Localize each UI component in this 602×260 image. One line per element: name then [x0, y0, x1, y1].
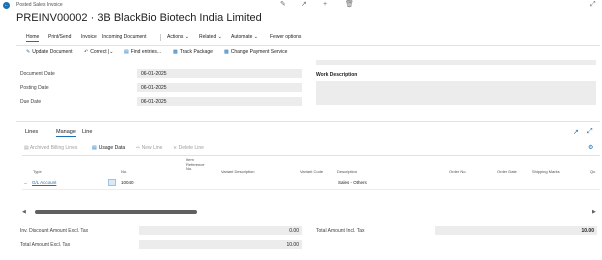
truck-icon: ▩: [173, 49, 178, 55]
archived-billing-lines-button[interactable]: ▤ Archived Billing Lines: [24, 145, 77, 151]
page-kind: Posted Sales Invoice: [16, 2, 63, 8]
document-date-field[interactable]: 06-01-2025: [137, 69, 302, 78]
menu-fewer-options[interactable]: Fewer options: [270, 34, 301, 40]
col-variant-code[interactable]: Variant Code: [300, 169, 323, 175]
posting-date-label: Posting Date: [20, 85, 49, 91]
col-description[interactable]: Description: [337, 169, 357, 175]
row-no[interactable]: 10040: [121, 180, 134, 185]
scroll-right-icon[interactable]: ▶: [592, 209, 596, 215]
menu-print-send[interactable]: Print/Send: [48, 34, 71, 40]
col-order-no[interactable]: Order No.: [449, 169, 467, 175]
col-qu[interactable]: Qu: [590, 169, 595, 175]
work-description-field[interactable]: [316, 81, 596, 105]
menu-invoice[interactable]: Invoice: [81, 34, 97, 40]
page-title: PREINV00002 · 3B BlackBio Biotech India …: [16, 12, 262, 24]
share-lines-icon[interactable]: ↗: [573, 128, 579, 136]
menu-automate[interactable]: Automate ⌄: [231, 34, 258, 40]
row-arrow-icon: →: [23, 180, 28, 185]
grid-top-border: [22, 155, 600, 156]
new-line-button[interactable]: ⇨ New Line: [136, 145, 162, 151]
change-payment-service-button[interactable]: ▩ Change Payment Service: [224, 49, 287, 55]
due-date-label: Due Date: [20, 99, 42, 105]
row-divider: [22, 189, 600, 190]
inv-discount-value: 0.00: [139, 226, 302, 235]
edit-icon[interactable]: ✎: [280, 1, 286, 9]
back-arrow-icon[interactable]: ←: [3, 2, 10, 9]
scroll-thumb[interactable]: [35, 210, 197, 214]
top-bar: ← Posted Sales Invoice ✎ ↗ + 🗑 ⤢: [0, 0, 602, 12]
row-description[interactable]: Sales - Others: [338, 180, 367, 185]
undo-icon: ↶: [84, 49, 89, 55]
document-date-label: Document Date: [20, 71, 55, 77]
col-order-date[interactable]: Order Date: [497, 169, 517, 175]
add-icon[interactable]: +: [323, 1, 327, 9]
payment-icon: ▩: [224, 49, 229, 55]
scroll-left-icon[interactable]: ◀: [22, 209, 26, 215]
usage-data-button[interactable]: ▤ Usage Data: [92, 145, 125, 151]
divider: [16, 45, 600, 46]
horizontal-scrollbar[interactable]: ◀ ▶: [22, 209, 596, 215]
tab-line[interactable]: Line: [82, 129, 92, 135]
delete-icon[interactable]: 🗑: [345, 1, 354, 9]
track-package-button[interactable]: ▩ Track Package: [173, 49, 213, 55]
total-incl-label: Total Amount Incl. Tax: [316, 228, 365, 234]
expand-icon[interactable]: ⤢: [590, 1, 596, 9]
update-document-button[interactable]: ✎ Update Document: [26, 49, 73, 55]
expand-lines-icon[interactable]: ⤢: [587, 128, 593, 136]
divider: [16, 121, 600, 122]
personalize-icon[interactable]: ⚙: [588, 144, 593, 151]
total-incl-value: 10.00: [435, 226, 597, 235]
col-no[interactable]: No.: [121, 169, 127, 175]
work-description-label: Work Description: [316, 72, 358, 78]
menu-related[interactable]: Related ⌄: [199, 34, 222, 40]
row-no-edit[interactable]: [108, 179, 116, 186]
find-entries-button[interactable]: ▤ Find entries...: [124, 49, 161, 55]
share-icon[interactable]: ↗: [301, 1, 307, 9]
find-icon: ▤: [124, 49, 129, 55]
due-date-field[interactable]: 06-01-2025: [137, 97, 302, 106]
col-item-reference-no[interactable]: Item Reference No.: [186, 157, 210, 172]
col-type[interactable]: Type: [33, 169, 42, 175]
tab-lines[interactable]: Lines: [25, 129, 38, 135]
field-above[interactable]: [316, 60, 596, 65]
usage-icon: ▤: [92, 145, 97, 151]
menu-divider: [160, 34, 161, 41]
pencil-icon: ✎: [26, 49, 31, 55]
menu-home[interactable]: Home: [26, 34, 40, 42]
row-type[interactable]: G/L Account: [32, 180, 56, 185]
table-row[interactable]: → G/L Account 10040 Sales - Others: [22, 177, 600, 189]
col-variant-description[interactable]: Variant Description: [221, 169, 255, 175]
tab-manage[interactable]: Manage: [56, 129, 76, 137]
correct-button[interactable]: ↶ Correct |⌄: [84, 49, 114, 55]
menu-incoming-document[interactable]: Incoming Document: [102, 34, 146, 40]
col-shipping-marks[interactable]: Shipping Marks: [532, 169, 560, 175]
menu-actions[interactable]: Actions ⌄: [167, 34, 189, 40]
total-excl-value: 10.00: [139, 240, 302, 249]
posting-date-field[interactable]: 06-01-2025: [137, 83, 302, 92]
inv-discount-label: Inv. Discount Amount Excl. Tax: [20, 228, 89, 234]
total-excl-label: Total Amount Excl. Tax: [20, 242, 71, 248]
delete-line-button[interactable]: ⨯ Delete Line: [173, 145, 204, 151]
